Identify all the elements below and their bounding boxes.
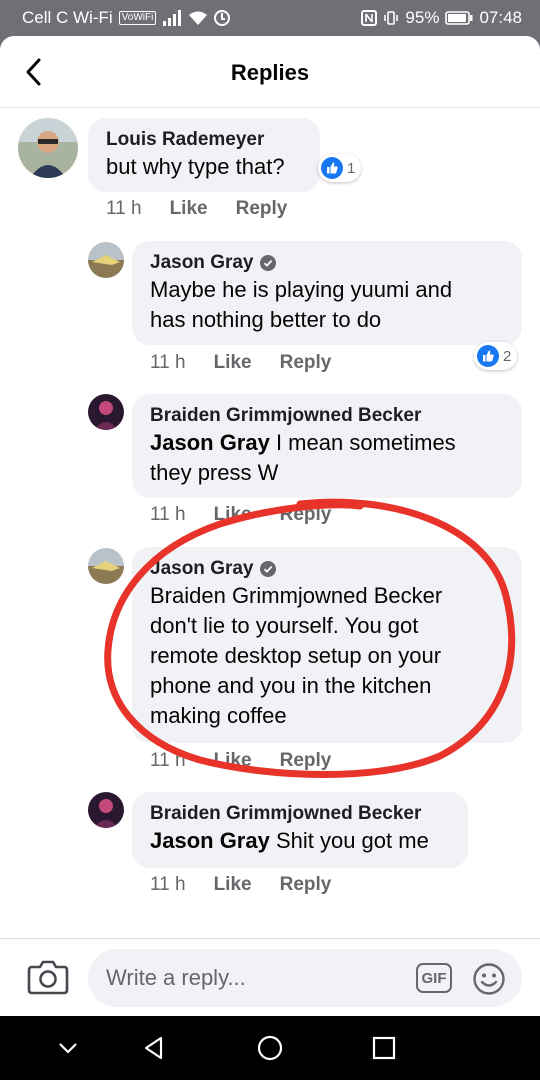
avatar-photo (18, 118, 78, 178)
gif-button[interactable]: GIF (416, 963, 452, 993)
clock: 07:48 (479, 8, 522, 27)
replies-sheet: Replies Louis Rademeyer but why type tha… (0, 36, 540, 1016)
reply-button[interactable]: Reply (280, 504, 332, 526)
comment-actions: 11 h Like Reply (150, 874, 331, 896)
home-circle-icon[interactable] (252, 1030, 288, 1066)
wifi-icon (189, 11, 208, 25)
vibrate-icon (384, 11, 399, 25)
comment-text-line: Maybe he is playing yuumi and (150, 277, 453, 302)
comment-text: but why type that? (106, 154, 285, 179)
reply-input[interactable] (88, 949, 522, 1007)
like-reaction-icon (477, 345, 499, 367)
author-name: Jason Gray (150, 558, 254, 579)
replies-header: Replies (0, 36, 540, 108)
like-reaction-icon (321, 157, 343, 179)
comment-bubble: Braiden Grimmjowned Becker Jason Gray Sh… (132, 792, 468, 868)
comment-time: 11 h (150, 874, 186, 895)
avatar-photo (88, 394, 124, 430)
avatar[interactable] (88, 394, 124, 430)
like-button[interactable]: Like (214, 874, 252, 896)
comment-time: 11 h (150, 352, 186, 373)
reply-button[interactable]: Reply (236, 198, 288, 220)
comment-text-line: has nothing better to do (150, 307, 382, 332)
comment-bubble: Braiden Grimmjowned Becker Jason Gray I … (132, 394, 522, 498)
comment-actions: 11 h Like Reply (150, 750, 331, 772)
battery-icon (445, 11, 473, 25)
comment-text-line: phone and you in the kitchen (150, 673, 432, 698)
camera-icon[interactable] (26, 957, 70, 997)
comment-time: 11 h (150, 750, 186, 771)
mention-link[interactable]: Jason Gray (150, 828, 270, 853)
like-button[interactable]: Like (214, 504, 252, 526)
like-button[interactable]: Like (170, 198, 208, 220)
comment-actions: 11 h Like Reply (150, 504, 331, 526)
nfc-icon (361, 10, 378, 26)
battery-percent: 95% (405, 8, 440, 27)
comment-author[interactable]: Braiden Grimmjowned Becker (150, 802, 450, 826)
recents-square-icon[interactable] (366, 1030, 402, 1066)
avatar-photo (88, 548, 124, 584)
chevron-down-icon[interactable] (50, 1030, 86, 1066)
carrier-label: Cell C Wi-Fi (22, 8, 113, 27)
comment-text-line: Jason Gray Shit you got me (150, 826, 450, 856)
comment-bubble: Jason Gray Maybe he is playing yuumi and… (132, 241, 522, 345)
reaction-badge[interactable]: 1 (318, 154, 362, 182)
mention-link[interactable]: Jason Gray (150, 430, 270, 455)
comment-time: 11 h (150, 504, 186, 525)
reaction-badge[interactable]: 2 (474, 342, 518, 370)
avatar[interactable] (18, 118, 78, 178)
reaction-count: 1 (347, 159, 356, 177)
data-saver-icon (214, 10, 231, 26)
comment-text-line: don't lie to yourself. You got (150, 613, 419, 638)
reply-button[interactable]: Reply (280, 750, 332, 772)
like-button[interactable]: Like (214, 352, 252, 374)
comment-time: 11 h (106, 198, 142, 219)
comment-text-line: they press W (150, 460, 279, 485)
comment-text-line: Jason Gray I mean sometimes (150, 428, 504, 458)
avatar[interactable] (88, 792, 124, 828)
avatar[interactable] (88, 242, 124, 278)
verified-badge-icon (259, 561, 276, 577)
reaction-count: 2 (503, 347, 512, 365)
signal-icon (163, 10, 182, 26)
avatar-photo (88, 242, 124, 278)
comment-author[interactable]: Braiden Grimmjowned Becker (150, 404, 504, 428)
comment-bubble: Jason Gray Braiden Grimmjowned Becker do… (132, 547, 522, 743)
mention-link[interactable]: Braiden Grimmjowned Becker (150, 581, 504, 611)
comment-bubble: Louis Rademeyer but why type that? (88, 118, 320, 192)
reply-composer: GIF (0, 938, 540, 1016)
comment-text-fragment: I mean sometimes (269, 430, 456, 455)
author-name: Jason Gray (150, 252, 254, 273)
status-bar: Cell C Wi-Fi VoWiFi 95% 07:48 (0, 0, 540, 36)
comment-text-line: making coffee (150, 703, 287, 728)
comment-actions: 11 h Like Reply (150, 352, 331, 374)
avatar-photo (88, 792, 124, 828)
smiley-icon[interactable] (472, 962, 506, 996)
comment-author[interactable]: Jason Gray (150, 251, 504, 275)
verified-badge-icon (259, 255, 276, 271)
comment-text-fragment: Shit you got me (269, 828, 429, 853)
vowifi-badge: VoWiFi (118, 11, 157, 25)
comment-author[interactable]: Jason Gray (150, 557, 504, 581)
back-triangle-icon[interactable] (136, 1030, 172, 1066)
comment-text-line: remote desktop setup on your (150, 643, 442, 668)
comment-author[interactable]: Louis Rademeyer (106, 128, 302, 152)
like-button[interactable]: Like (214, 750, 252, 772)
comment-actions: 11 h Like Reply (106, 198, 287, 220)
avatar[interactable] (88, 548, 124, 584)
reply-button[interactable]: Reply (280, 874, 332, 896)
reply-button[interactable]: Reply (280, 352, 332, 374)
system-nav-bar (0, 1016, 540, 1080)
page-title: Replies (230, 60, 310, 85)
